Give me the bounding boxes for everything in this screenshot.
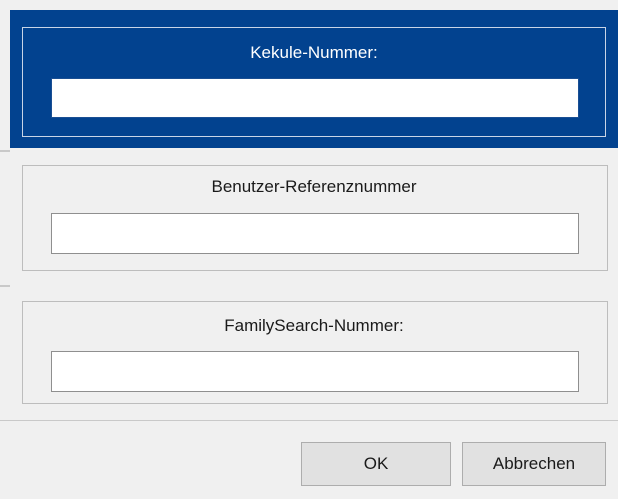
user-reference-label: Benutzer-Referenznummer [211, 177, 417, 196]
kekule-section[interactable]: Kekule-Nummer: [10, 10, 618, 148]
cancel-button[interactable]: Abbrechen [462, 442, 606, 486]
familysearch-label: FamilySearch-Nummer: [224, 316, 404, 335]
user-reference-section[interactable]: Benutzer-Referenznummer [10, 148, 618, 283]
familysearch-input[interactable] [51, 351, 579, 392]
familysearch-section[interactable]: FamilySearch-Nummer: [10, 284, 618, 419]
user-reference-input[interactable] [51, 213, 579, 254]
button-bar-divider [0, 420, 618, 421]
kekule-input[interactable] [51, 78, 579, 118]
kekule-label: Kekule-Nummer: [250, 43, 378, 62]
ok-button[interactable]: OK [301, 442, 451, 486]
number-entry-dialog: Kekule-Nummer: Benutzer-Referenznummer F… [0, 0, 618, 499]
